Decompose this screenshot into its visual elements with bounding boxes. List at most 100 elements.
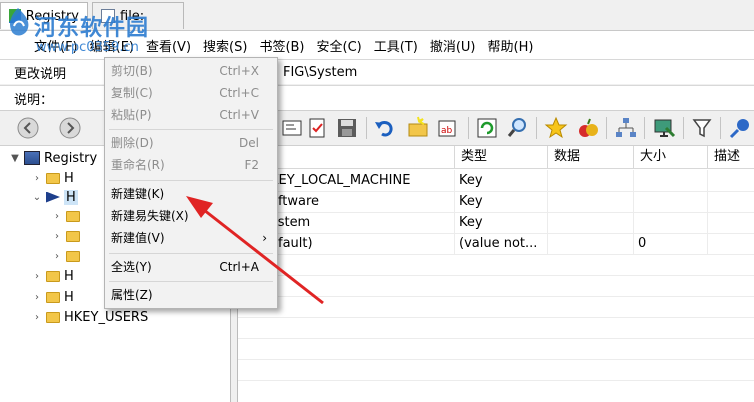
bookmark-star-icon[interactable] (544, 116, 568, 140)
back-icon[interactable] (16, 116, 40, 140)
grid-line (238, 359, 754, 360)
cell-size (634, 170, 708, 191)
fruit-icon[interactable] (576, 116, 600, 140)
menu-item-label: 属性(Z) (111, 288, 153, 302)
menu-item-cut[interactable]: 剪切(B) Ctrl+X (105, 60, 277, 82)
menu-search[interactable]: 搜索(S) (199, 36, 251, 55)
tree-node[interactable]: › HKEY_USERS (32, 307, 148, 327)
forward-icon[interactable] (58, 116, 82, 140)
menu-bookmarks[interactable]: 书签(B) (255, 36, 308, 55)
menu-item-new-key[interactable]: 新建键(K) (105, 183, 277, 205)
network-icon[interactable] (614, 116, 638, 140)
table-row[interactable]: KEY_LOCAL_MACHINE Key (238, 170, 754, 192)
new-folder-icon[interactable] (406, 116, 430, 140)
menu-undo[interactable]: 撤消(U) (426, 36, 480, 55)
tree-child[interactable]: › (52, 206, 80, 226)
column-description[interactable]: 描述 (708, 146, 754, 168)
expand-icon[interactable]: › (32, 312, 42, 323)
folder-icon (66, 210, 80, 222)
tree-child[interactable]: › (52, 246, 80, 266)
menu-item-copy[interactable]: 复制(C) Ctrl+C (105, 82, 277, 104)
menu-item-shortcut: Ctrl+A (219, 260, 259, 274)
menu-view[interactable]: 查看(V) (142, 36, 195, 55)
grid-line (238, 296, 754, 297)
menu-item-label: 新建值(V) (111, 231, 165, 245)
search-icon[interactable] (506, 116, 530, 140)
tree-root[interactable]: ▼ Registry (10, 148, 97, 168)
expand-icon[interactable]: › (32, 292, 42, 303)
menu-help[interactable]: 帮助(H) (484, 36, 538, 55)
cell-data (548, 233, 634, 254)
tree-node-label: H (64, 268, 74, 284)
tree-node[interactable]: › H (32, 287, 74, 307)
tree-node[interactable]: › H (32, 266, 74, 286)
table-row[interactable]: efault) (value not... 0 (238, 233, 754, 255)
folder-icon (46, 311, 60, 323)
folder-icon (46, 291, 60, 303)
grid-line (238, 380, 754, 381)
menu-item-label: 重命名(R) (111, 158, 165, 172)
pin-icon[interactable] (728, 116, 752, 140)
menu-item-label: 复制(C) (111, 86, 153, 100)
check-document-icon[interactable] (306, 116, 330, 140)
values-list: 类型 数据 大小 描述 KEY_LOCAL_MACHINE Key oftwar… (237, 146, 754, 402)
expand-icon[interactable]: › (32, 173, 42, 184)
tree-node-label: HKEY_USERS (64, 309, 149, 325)
cell-type: Key (455, 191, 548, 212)
expand-icon[interactable]: › (32, 271, 42, 282)
collapse-icon[interactable]: ⌄ (32, 192, 42, 203)
toolbar-separator (606, 117, 607, 139)
filter-icon[interactable] (690, 116, 714, 140)
expand-icon[interactable]: › (52, 211, 62, 222)
cell-size (634, 212, 708, 233)
menu-item-new-volatile-key[interactable]: 新建易失键(X) (105, 205, 277, 227)
computer-icon[interactable] (652, 116, 676, 140)
column-type[interactable]: 类型 (455, 146, 548, 168)
tree-node-selected[interactable]: ⌄ H (32, 187, 78, 207)
column-data[interactable]: 数据 (548, 146, 634, 168)
table-row[interactable]: ystem Key (238, 212, 754, 234)
menu-item-shortcut: F2 (244, 158, 259, 172)
menu-item-paste[interactable]: 粘贴(P) Ctrl+V (105, 104, 277, 126)
menu-item-new-value[interactable]: 新建值(V) › (105, 227, 277, 249)
new-value-icon[interactable]: ab (436, 116, 460, 140)
tree-child[interactable]: › (52, 226, 80, 246)
list-header: 类型 数据 大小 描述 (238, 146, 754, 169)
tree-node-label: H (64, 170, 74, 186)
cell-type: Key (455, 212, 548, 233)
expand-icon[interactable]: › (52, 251, 62, 262)
toolbar-separator (720, 117, 721, 139)
cell-data (548, 191, 634, 212)
menu-tools[interactable]: 工具(T) (370, 36, 422, 55)
table-row[interactable]: oftware Key (238, 191, 754, 213)
tree-node[interactable]: › H (32, 168, 74, 188)
menu-item-properties[interactable]: 属性(Z) (105, 284, 277, 306)
menu-separator (109, 253, 273, 254)
cell-name: ystem (266, 212, 455, 233)
tree-root-label: Registry (44, 150, 98, 166)
cell-data (548, 170, 634, 191)
menu-item-label: 粘贴(P) (111, 108, 152, 122)
folder-icon (66, 250, 80, 262)
collapse-icon[interactable]: ▼ (10, 153, 20, 164)
tree-node-label: H (64, 189, 78, 205)
watermark-url: www.pc0359.cn (36, 40, 139, 55)
expand-icon[interactable]: › (52, 231, 62, 242)
address-label: 更改说明 (14, 66, 67, 82)
column-size[interactable]: 大小 (634, 146, 708, 168)
save-icon[interactable] (335, 116, 359, 140)
menu-item-rename[interactable]: 重命名(R) F2 (105, 154, 277, 176)
toolbar-separator (366, 117, 367, 139)
svg-text:ab: ab (441, 126, 453, 136)
menu-item-select-all[interactable]: 全选(Y) Ctrl+A (105, 256, 277, 278)
folder-icon (46, 270, 60, 282)
menu-item-shortcut: Ctrl+X (219, 64, 259, 78)
rename-icon[interactable] (280, 116, 304, 140)
menu-item-delete[interactable]: 删除(D) Del (105, 132, 277, 154)
toolbar-separator (644, 117, 645, 139)
folder-icon (46, 172, 60, 184)
undo-icon[interactable] (372, 116, 396, 140)
refresh-icon[interactable] (475, 116, 499, 140)
address-path[interactable]: FIG\System (283, 65, 357, 80)
menu-security[interactable]: 安全(C) (313, 36, 366, 55)
